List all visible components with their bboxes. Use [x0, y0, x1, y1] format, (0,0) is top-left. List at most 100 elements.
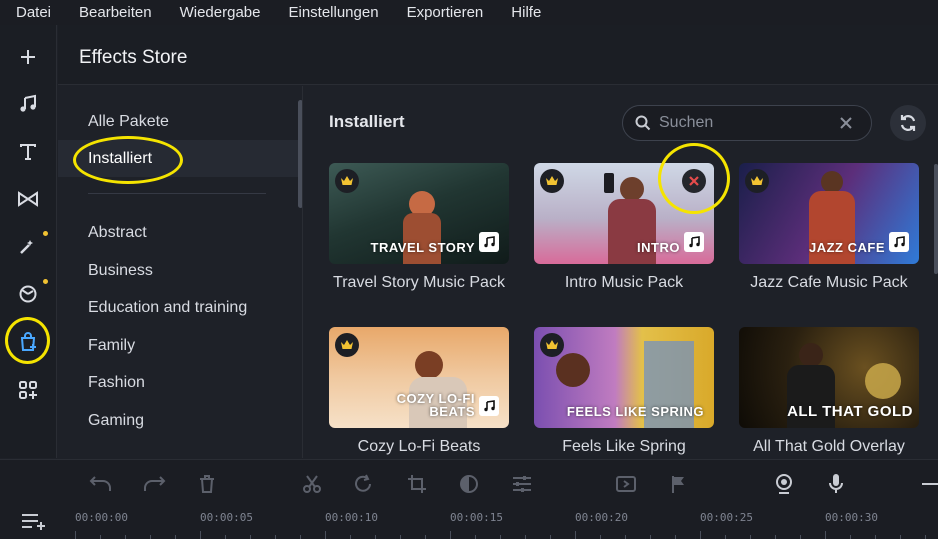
timeline-tick: [825, 531, 826, 539]
card-intro[interactable]: INTRO Intro Music Pack: [534, 163, 714, 293]
timeline-tick: [850, 535, 851, 539]
clip-properties-icon[interactable]: [613, 472, 639, 496]
menu-bearbeiten[interactable]: Bearbeiten: [65, 4, 166, 21]
timeline-label: 00:00:00: [75, 511, 128, 524]
scissors-icon[interactable]: [299, 472, 325, 496]
menu-datei[interactable]: Datei: [0, 4, 65, 21]
remove-button[interactable]: [682, 169, 706, 193]
redo-icon[interactable]: [141, 472, 167, 496]
crop-icon[interactable]: [404, 472, 430, 496]
timeline-tick: [725, 535, 726, 539]
timeline-tick: [800, 535, 801, 539]
menu-hilfe[interactable]: Hilfe: [497, 4, 555, 21]
category-gaming[interactable]: Gaming: [58, 402, 298, 439]
category-fashion[interactable]: Fashion: [58, 364, 298, 401]
timeline-tick: [450, 531, 451, 539]
music-icon: [479, 232, 499, 252]
thumb-figure: [620, 177, 644, 201]
category-family[interactable]: Family: [58, 327, 298, 364]
card-jazz-cafe[interactable]: JAZZ CAFE Jazz Cafe Music Pack: [739, 163, 919, 293]
timeline-tick: [75, 531, 76, 539]
menu-exportieren[interactable]: Exportieren: [393, 4, 498, 21]
timeline-label: 00:00:20: [575, 511, 628, 524]
add-icon[interactable]: [13, 42, 43, 72]
crown-icon: [540, 333, 564, 357]
search-box[interactable]: [622, 105, 872, 141]
timeline-tick: [300, 535, 301, 539]
flag-icon[interactable]: [666, 472, 692, 496]
thumb-overlay-text: FEELS LIKE SPRING: [566, 404, 704, 419]
card-feels-like-spring[interactable]: FEELS LIKE SPRING Feels Like Spring: [534, 327, 714, 457]
notification-dot: [43, 279, 48, 284]
rotate-icon[interactable]: [351, 472, 377, 496]
thumb-figure: [821, 171, 843, 193]
card-all-that-gold[interactable]: ALL THAT GOLD All That Gold Overlay: [739, 327, 919, 457]
timeline-label: 00:00:30: [825, 511, 878, 524]
card-title: Intro Music Pack: [564, 274, 684, 291]
card-thumbnail[interactable]: TRAVEL STORY: [329, 163, 509, 264]
timeline-tick: [250, 535, 251, 539]
music-icon: [684, 232, 704, 252]
card-title: Feels Like Spring: [562, 438, 686, 455]
menu-wiedergabe[interactable]: Wiedergabe: [166, 4, 275, 21]
timeline-tick: [500, 535, 501, 539]
filters-icon[interactable]: [13, 279, 43, 309]
thumb-discoball: [865, 363, 901, 399]
music-icon: [889, 232, 909, 252]
timeline-tick: [100, 535, 101, 539]
refresh-button[interactable]: [890, 105, 926, 141]
card-title: Travel Story Music Pack: [333, 274, 505, 291]
category-education[interactable]: Education and training: [58, 289, 298, 326]
microphone-icon[interactable]: [823, 472, 849, 496]
category-alle-pakete[interactable]: Alle Pakete: [58, 103, 298, 140]
category-scrollbar[interactable]: [298, 100, 302, 208]
thumb-figure: [403, 213, 441, 264]
timeline-tick: [700, 531, 701, 539]
timeline-tick: [550, 535, 551, 539]
category-divider: [88, 193, 266, 194]
undo-icon[interactable]: [88, 472, 114, 496]
card-cozy-lofi[interactable]: COZY LO-FI BEATS Cozy Lo-Fi Beats: [329, 327, 509, 457]
music-note-icon[interactable]: [13, 89, 43, 119]
section-title: Installiert: [329, 112, 405, 131]
thumb-overlay-text: INTRO: [637, 240, 680, 255]
edit-toolbar: [0, 459, 938, 505]
category-panel: Alle Pakete Installiert Abstract Busines…: [58, 86, 303, 458]
timeline-tick: [400, 535, 401, 539]
timeline-tick: [900, 535, 901, 539]
card-thumbnail[interactable]: INTRO: [534, 163, 714, 264]
text-icon[interactable]: [13, 137, 43, 167]
thumb-figure: [556, 353, 590, 387]
magic-wand-icon[interactable]: [13, 231, 43, 261]
timeline-label: 00:00:05: [200, 511, 253, 524]
left-toolbar: [0, 25, 57, 458]
more-apps-icon[interactable]: [13, 375, 43, 405]
clear-search-icon[interactable]: [839, 116, 853, 130]
zoom-out-icon[interactable]: [918, 472, 938, 496]
timeline-tick: [350, 535, 351, 539]
menu-einstellungen[interactable]: Einstellungen: [274, 4, 392, 21]
color-adjust-icon[interactable]: [456, 472, 482, 496]
card-thumbnail[interactable]: ALL THAT GOLD: [739, 327, 919, 428]
crown-icon: [540, 169, 564, 193]
card-travel-story[interactable]: TRAVEL STORY Travel Story Music Pack: [329, 163, 509, 293]
store-bag-icon[interactable]: [13, 327, 43, 357]
add-track-icon[interactable]: [20, 511, 48, 536]
category-installiert[interactable]: Installiert: [58, 140, 298, 177]
webcam-icon[interactable]: [771, 472, 797, 496]
card-thumbnail[interactable]: COZY LO-FI BEATS: [329, 327, 509, 428]
content-scrollbar[interactable]: [934, 164, 938, 274]
category-abstract[interactable]: Abstract: [58, 214, 298, 251]
timeline-tick: [600, 535, 601, 539]
equalizer-icon[interactable]: [509, 472, 535, 496]
category-business[interactable]: Business: [58, 252, 298, 289]
thumb-overlay-text: TRAVEL STORY: [370, 240, 475, 255]
search-input[interactable]: [659, 114, 839, 132]
menu-bar: Datei Bearbeiten Wiedergabe Einstellunge…: [0, 0, 938, 25]
card-thumbnail[interactable]: JAZZ CAFE: [739, 163, 919, 264]
card-thumbnail[interactable]: FEELS LIKE SPRING: [534, 327, 714, 428]
delete-icon[interactable]: [194, 472, 220, 496]
transitions-icon[interactable]: [13, 184, 43, 214]
card-title: All That Gold Overlay: [753, 438, 905, 455]
timeline-ruler[interactable]: 00:00:00 00:00:05 00:00:10 00:00:15 00:0…: [0, 505, 938, 539]
